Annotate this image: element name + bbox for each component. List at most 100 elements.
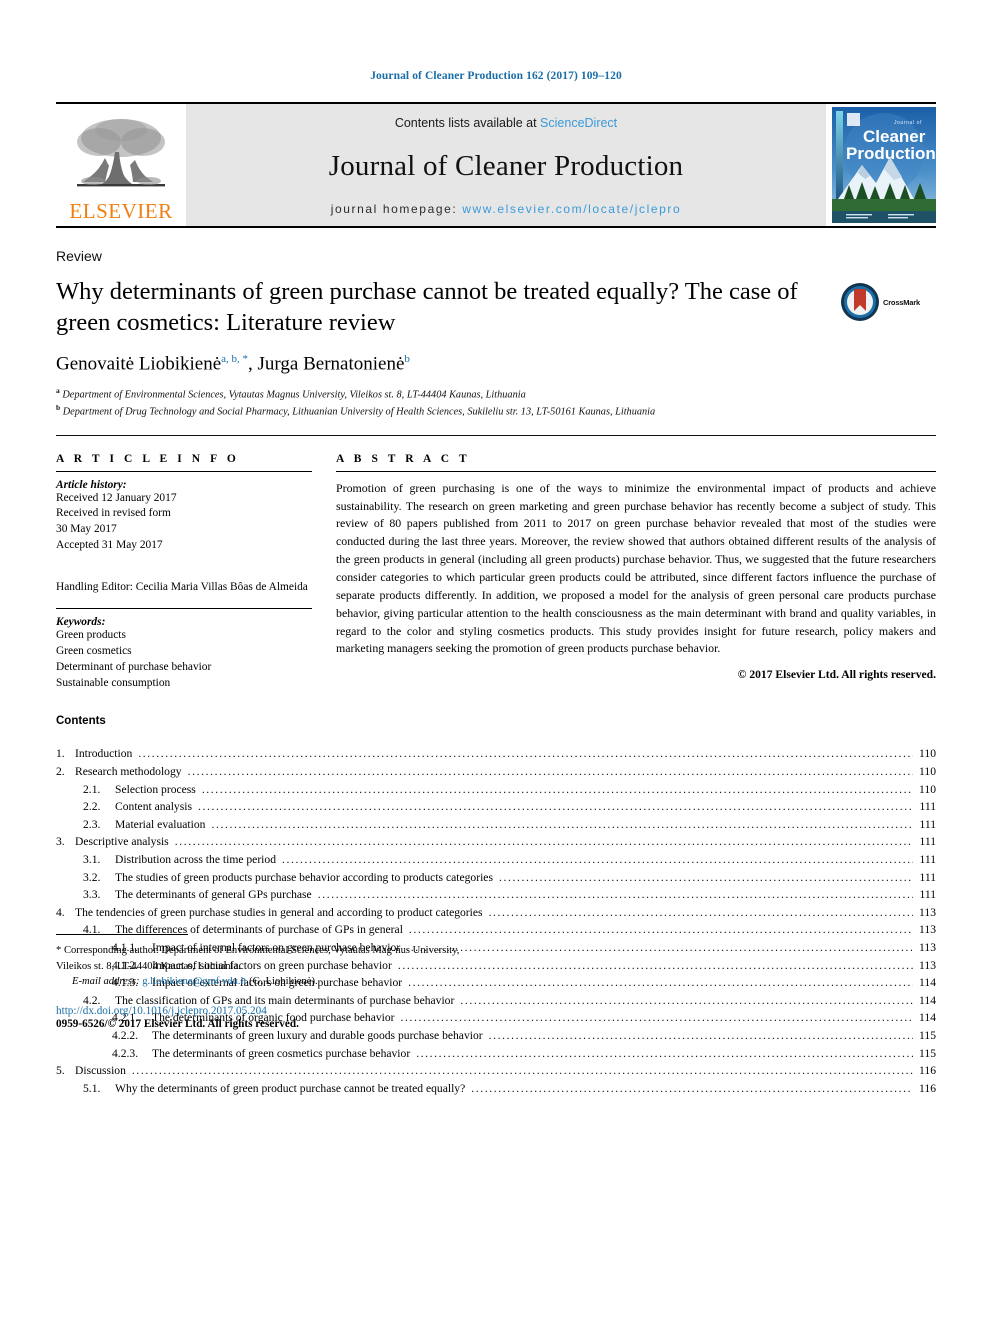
toc-leader-dots: ........................................… [201, 782, 913, 796]
author-1-affiliation-marks: a, b, * [221, 352, 249, 365]
corresponding-author-note: * Corresponding author. Department of En… [56, 945, 460, 972]
toc-entry-label: The tendencies of green purchase studies… [75, 905, 483, 919]
toc-entry-number: 5.1. [83, 1081, 101, 1095]
header-divider [56, 434, 936, 436]
toc-entry-label: Why the determinants of green product pu… [115, 1081, 466, 1095]
toc-leader-dots: ........................................… [498, 870, 913, 884]
keyword-item: Green cosmetics [56, 645, 132, 658]
toc-entry-number: 4.2.2. [112, 1029, 139, 1043]
toc-entry-number: 3.2. [83, 870, 101, 884]
toc-entry[interactable]: 2.1. Selection process...................… [56, 781, 936, 799]
toc-entry-page: 110 [919, 782, 936, 796]
toc-entry-page: 113 [919, 905, 936, 919]
contents-section: Contents 1. Introduction.................… [56, 715, 936, 1097]
journal-cover-image: Journal of Cleaner Production [832, 107, 936, 223]
toc-leader-dots: ........................................… [416, 1046, 913, 1060]
toc-entry-label: Content analysis [115, 800, 192, 814]
toc-entry[interactable]: 2. Research methodology..................… [56, 763, 936, 781]
toc-entry[interactable]: 4.2.3. The determinants of green cosmetic… [56, 1045, 936, 1063]
abstract-copyright: © 2017 Elsevier Ltd. All rights reserved… [737, 668, 936, 682]
page-footer: * Corresponding author. Department of En… [56, 934, 936, 1030]
author-list: Genovaitė Liobikienėa, b, *, Jurga Berna… [56, 352, 410, 375]
toc-entry[interactable]: 2.2. Content analysis....................… [56, 798, 936, 816]
toc-entry-number: 2.2. [83, 800, 101, 814]
issn-copyright: 0959-6526/© 2017 Elsevier Ltd. All right… [56, 1017, 299, 1030]
toc-entry-page: 111 [919, 870, 936, 884]
toc-entry-page: 116 [919, 1081, 936, 1095]
article-history-block: Article history: Received 12 January 201… [56, 479, 312, 554]
author-2-affiliation-marks: b [404, 352, 410, 365]
doi-block: http://dx.doi.org/10.1016/j.jclepro.2017… [56, 1005, 936, 1030]
crossmark-label: CrossMark [883, 297, 920, 307]
keyword-item: Green products [56, 629, 126, 642]
sciencedirect-link[interactable]: ScienceDirect [540, 116, 617, 130]
toc-entry-page: 110 [919, 764, 936, 778]
toc-entry-page: 111 [919, 817, 936, 831]
journal-cover-thumbnail: Journal of Cleaner Production [832, 107, 936, 223]
toc-entry[interactable]: 5.1. Why the determinants of green produc… [56, 1080, 936, 1098]
elsevier-logo: ELSEVIER [56, 104, 186, 226]
affiliation-a-text: Department of Environmental Sciences, Vy… [62, 389, 526, 401]
toc-entry-page: 111 [919, 853, 936, 866]
toc-entry[interactable]: 1. Introduction..........................… [56, 745, 936, 763]
toc-entry[interactable]: 4. The tendencies of green purchase studi… [56, 904, 936, 922]
toc-entry-number: 1. [56, 747, 65, 761]
email-line: E-mail address: g.liobikiene@gmf.vdu.lt … [56, 976, 936, 987]
article-info-heading: A R T I C L E I N F O [56, 452, 240, 465]
toc-leader-dots: ........................................… [197, 800, 913, 814]
toc-entry-label: The determinants of general GPs purchase [115, 888, 312, 902]
toc-entry[interactable]: 3. Descriptive analysis..................… [56, 833, 936, 851]
toc-leader-dots: ........................................… [471, 1081, 913, 1095]
affiliation-b-marker: b [56, 403, 61, 413]
author-name-1: Genovaitė Liobikienė [56, 353, 222, 375]
toc-entry-number: 3. [56, 835, 65, 849]
doi-link[interactable]: http://dx.doi.org/10.1016/j.jclepro.2017… [56, 1005, 936, 1017]
toc-leader-dots: ........................................… [488, 905, 913, 919]
toc-leader-dots: ........................................… [211, 817, 913, 831]
toc-entry-label: Distribution across the time period [115, 853, 276, 866]
elsevier-tree-icon [77, 119, 165, 187]
table-of-contents: 1. Introduction..........................… [56, 745, 936, 1097]
toc-entry-label: Descriptive analysis [75, 835, 169, 849]
toc-entry[interactable]: 5. Discussion............................… [56, 1062, 936, 1080]
toc-entry[interactable]: 3.1. Distribution across the time period.… [56, 851, 936, 869]
revised-label: Received in revised form [56, 507, 171, 520]
toc-leader-dots: ........................................… [174, 835, 913, 849]
toc-entry-page: 116 [919, 1064, 936, 1078]
received-date: Received 12 January 2017 [56, 491, 177, 504]
handling-editor: Handling Editor: Cecilia Maria Villas Bô… [56, 580, 308, 593]
toc-entry-label: The determinants of green luxury and dur… [152, 1029, 483, 1043]
journal-title: Journal of Cleaner Production [328, 149, 684, 182]
toc-entry-page: 115 [919, 1029, 936, 1043]
toc-entry[interactable]: 2.3. Material evaluation.................… [56, 816, 936, 834]
title-row: Why determinants of green purchase canno… [56, 276, 936, 339]
abstract-column: A B S T R A C T Promotion of green purch… [336, 453, 936, 692]
revised-date: 30 May 2017 [56, 523, 117, 536]
toc-entry-page: 111 [919, 835, 936, 849]
toc-entry-label: Selection process [115, 782, 196, 796]
toc-entry-number: 3.3. [83, 888, 101, 902]
toc-entry-page: 111 [919, 888, 936, 902]
toc-leader-dots: ........................................… [138, 747, 913, 761]
affiliation-b: b Department of Drug Technology and Soci… [56, 403, 936, 420]
running-head: Journal of Cleaner Production 162 (2017)… [370, 70, 622, 82]
toc-leader-dots: ........................................… [187, 764, 913, 778]
journal-masthead: ELSEVIER Contents lists available at Sci… [56, 102, 936, 228]
sciencedirect-band: Contents lists available at ScienceDirec… [186, 104, 826, 226]
abstract-rule [336, 470, 936, 472]
homepage-url-link[interactable]: www.elsevier.com/locate/jclepro [462, 202, 681, 216]
toc-entry-label: Research methodology [75, 764, 182, 778]
toc-entry-number: 2. [56, 764, 65, 778]
email-label: E-mail address: [72, 975, 140, 987]
contents-heading: Contents [56, 715, 106, 728]
toc-entry[interactable]: 3.3. The determinants of general GPs purc… [56, 886, 936, 904]
email-owner: (G. Liobikienė). [249, 975, 318, 987]
toc-entry[interactable]: 4.2.2. The determinants of green luxury a… [56, 1027, 936, 1045]
toc-entry-number: 4.2.3. [112, 1046, 139, 1060]
toc-entry[interactable]: 3.2. The studies of green products purcha… [56, 869, 936, 887]
elsevier-wordmark: ELSEVIER [69, 199, 173, 223]
toc-entry-page: 110 [919, 747, 936, 761]
article-type: Review [56, 248, 102, 264]
email-link[interactable]: g.liobikiene@gmf.vdu.lt [142, 976, 246, 987]
crossmark-badge[interactable]: CrossMark [840, 282, 936, 322]
